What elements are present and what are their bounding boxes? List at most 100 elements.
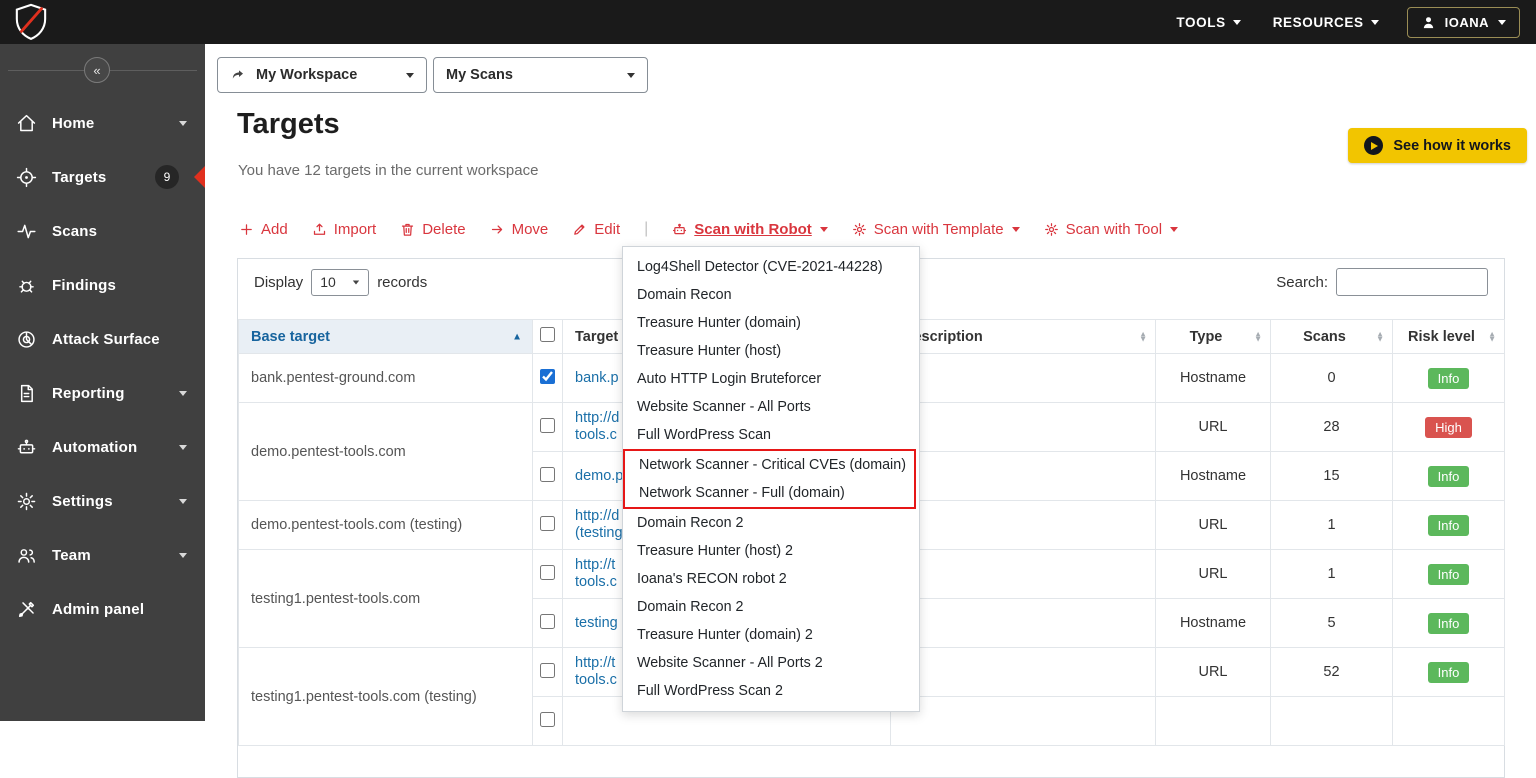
sidebar-item-attack-surface[interactable]: Attack Surface: [0, 312, 205, 366]
topnav-label: TOOLS: [1176, 14, 1226, 30]
targets-toolbar: Add Import Delete Move Edit | Scan with Robot S…: [239, 220, 1179, 238]
robot-menu-item[interactable]: Ioana's RECON robot 2: [623, 565, 919, 593]
sidebar-item-admin-panel[interactable]: Admin panel: [0, 582, 205, 636]
scans-cell: 52: [1270, 647, 1393, 697]
type-cell: [1155, 696, 1271, 746]
toolbar-add-button[interactable]: Add: [239, 221, 288, 238]
scans-select-value: My Scans: [446, 67, 513, 83]
page-title: Targets: [237, 108, 340, 140]
robot-menu-item[interactable]: Full WordPress Scan: [623, 421, 919, 449]
move-icon: [490, 222, 505, 237]
risk-cell: High: [1392, 402, 1505, 452]
toolbar-separator: |: [644, 220, 649, 237]
robot-menu-item[interactable]: Network Scanner - Full (domain): [625, 479, 914, 507]
admin-icon: [16, 599, 37, 620]
scans-cell: 1: [1270, 500, 1393, 550]
column-header-description[interactable]: Description ▲ ▼: [890, 319, 1156, 354]
scans-cell: 28: [1270, 402, 1393, 452]
chevron-down-icon: [179, 390, 187, 396]
caret-down-icon: [352, 280, 360, 284]
scans-cell: [1270, 696, 1393, 746]
sidebar-item-label: Attack Surface: [52, 330, 160, 348]
sidebar-item-targets[interactable]: Targets 9: [0, 150, 205, 204]
sidebar-item-findings[interactable]: Findings: [0, 258, 205, 312]
reporting-icon: [16, 383, 37, 404]
workspace-select[interactable]: My Workspace: [217, 57, 427, 93]
row-checkbox[interactable]: [540, 564, 555, 580]
robot-menu-item[interactable]: Auto HTTP Login Bruteforcer: [623, 365, 919, 393]
automation-icon: [16, 437, 37, 458]
top-navigation: TOOLS RESOURCES: [1176, 14, 1379, 30]
robot-menu-item[interactable]: Treasure Hunter (domain) 2: [623, 621, 919, 649]
row-checkbox[interactable]: [540, 711, 555, 727]
robot-menu-item[interactable]: Log4Shell Detector (CVE-2021-44228): [623, 253, 919, 281]
robot-menu-item[interactable]: Website Scanner - All Ports 2: [623, 649, 919, 677]
collapse-sidebar-button[interactable]: «: [84, 57, 110, 83]
user-icon: [1421, 15, 1436, 30]
toolbar-scan-with-template-button[interactable]: Scan with Template: [852, 221, 1020, 238]
sidebar-item-automation[interactable]: Automation: [0, 420, 205, 474]
sidebar-item-team[interactable]: Team: [0, 528, 205, 582]
row-checkbox[interactable]: [540, 368, 555, 384]
column-header-base-target[interactable]: Base target ▲: [238, 319, 533, 354]
robot-menu-item[interactable]: Treasure Hunter (domain): [623, 309, 919, 337]
caret-down-icon: [1370, 19, 1379, 25]
sidebar-item-reporting[interactable]: Reporting: [0, 366, 205, 420]
page-size-select[interactable]: 10: [311, 268, 370, 296]
column-label: Target: [575, 328, 619, 345]
sidebar-item-scans[interactable]: Scans: [0, 204, 205, 258]
cta-label: See how it works: [1393, 137, 1511, 154]
type-cell: URL: [1155, 647, 1271, 697]
sidebar-item-label: Reporting: [52, 384, 125, 402]
chevron-down-icon: [179, 498, 187, 504]
robot-menu-item[interactable]: Domain Recon 2: [623, 509, 919, 537]
search-input[interactable]: [1336, 268, 1488, 296]
trash-icon: [400, 222, 415, 237]
risk-cell: Info: [1392, 353, 1505, 403]
toolbar-import-button[interactable]: Import: [312, 221, 376, 238]
description-cell: [890, 451, 1156, 501]
topnav-resources[interactable]: RESOURCES: [1273, 15, 1379, 30]
toolbar-scan-with-robot-button[interactable]: Scan with Robot: [672, 221, 828, 238]
toolbar-label: Scan with Tool: [1065, 220, 1163, 238]
toolbar-move-button[interactable]: Move: [490, 221, 548, 238]
robot-menu-item[interactable]: Treasure Hunter (host): [623, 337, 919, 365]
caret-down-icon: [627, 72, 635, 78]
select-all-header: [532, 319, 563, 354]
see-how-it-works-button[interactable]: See how it works: [1348, 128, 1527, 163]
select-all-checkbox[interactable]: [540, 327, 555, 342]
sidebar-item-settings[interactable]: Settings: [0, 474, 205, 528]
scans-select[interactable]: My Scans: [433, 57, 648, 93]
app-logo-icon[interactable]: [14, 3, 48, 41]
sort-icon: ▲▼: [1488, 329, 1496, 344]
column-header-type[interactable]: Type ▲ ▼: [1155, 319, 1271, 354]
row-checkbox[interactable]: [540, 515, 555, 531]
row-checkbox[interactable]: [540, 417, 555, 433]
robot-menu-item[interactable]: Full WordPress Scan 2: [623, 677, 919, 705]
checkbox-cell: [532, 647, 563, 697]
checkbox-cell: [532, 353, 563, 403]
scan-with-robot-menu: Log4Shell Detector (CVE-2021-44228) Domai…: [622, 246, 920, 712]
row-checkbox[interactable]: [540, 613, 555, 629]
robot-menu-item[interactable]: Domain Recon: [623, 281, 919, 309]
robot-menu-item[interactable]: Domain Recon 2: [623, 593, 919, 621]
row-checkbox[interactable]: [540, 466, 555, 482]
sidebar-item-label: Targets: [52, 168, 107, 186]
topnav-tools[interactable]: TOOLS: [1176, 14, 1241, 30]
sidebar-item-home[interactable]: Home: [0, 96, 205, 150]
caret-down-icon: [1498, 19, 1506, 25]
toolbar-delete-button[interactable]: Delete: [400, 221, 466, 238]
column-header-scans[interactable]: Scans ▲ ▼: [1270, 319, 1393, 354]
toolbar-scan-with-tool-button[interactable]: Scan with Tool: [1044, 220, 1179, 238]
type-cell: URL: [1155, 549, 1271, 599]
workspace-select-value: My Workspace: [256, 67, 358, 83]
row-checkbox[interactable]: [540, 662, 555, 678]
user-menu-button[interactable]: IOANA: [1406, 6, 1520, 38]
robot-menu-item[interactable]: Treasure Hunter (host) 2: [623, 537, 919, 565]
description-cell: [890, 500, 1156, 550]
column-label: Scans: [1303, 328, 1346, 345]
robot-menu-item[interactable]: Website Scanner - All Ports: [623, 393, 919, 421]
column-header-risk-level[interactable]: Risk level ▲ ▼: [1392, 319, 1505, 354]
toolbar-edit-button[interactable]: Edit: [572, 221, 620, 238]
robot-menu-item[interactable]: Network Scanner - Critical CVEs (domain): [625, 451, 914, 479]
